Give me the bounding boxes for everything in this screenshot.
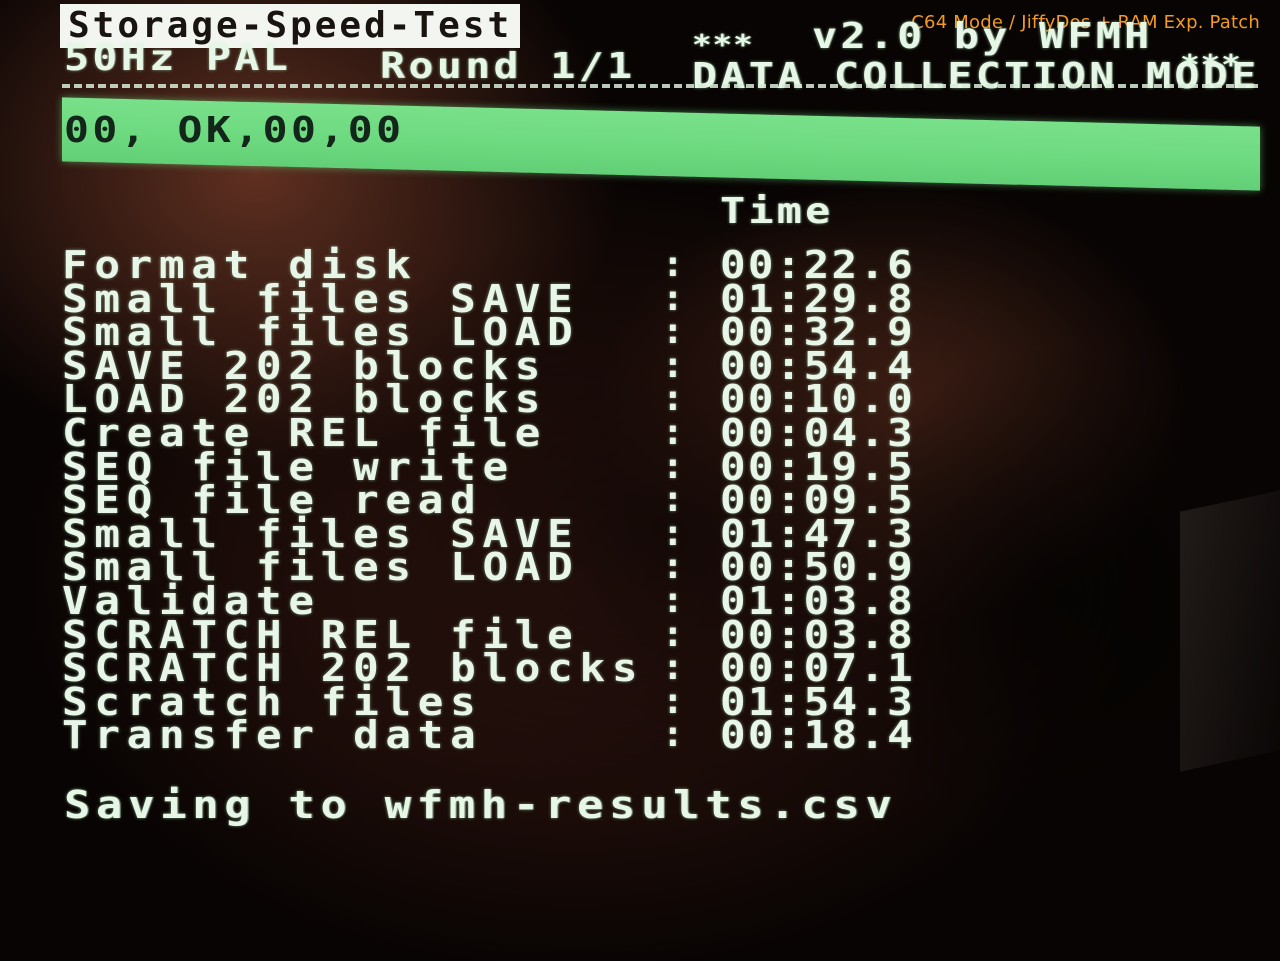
video-mode: 50Hz PAL <box>64 38 291 79</box>
results-list: Format disk : 00:22.6 Small files SAVE :… <box>62 244 1062 758</box>
divider-line <box>62 84 1258 88</box>
result-separator: : <box>662 244 684 285</box>
result-time: 00:18.4 <box>720 713 916 758</box>
saving-message: Saving to wfmh-results.csv <box>64 783 898 827</box>
drive-status: 00, OK,00,00 <box>64 110 405 151</box>
result-row: Transfer data : 00:18.4 <box>62 713 1062 758</box>
result-separator: : <box>662 714 684 756</box>
version-author: v2.0 by WFMH <box>812 16 1153 57</box>
result-label: Transfer data <box>62 713 483 758</box>
device-edge-reflection <box>1180 488 1280 772</box>
round-indicator: Round 1/1 <box>380 46 636 87</box>
mode-label: DATA COLLECTION MODE <box>692 56 1260 97</box>
result-separator: : <box>662 411 684 453</box>
result-separator: : <box>662 579 684 621</box>
c64-screen-photo: C64 Mode / JiffyDos + RAM Exp. Patch Sto… <box>0 0 1280 961</box>
time-column-header: Time <box>720 191 834 232</box>
